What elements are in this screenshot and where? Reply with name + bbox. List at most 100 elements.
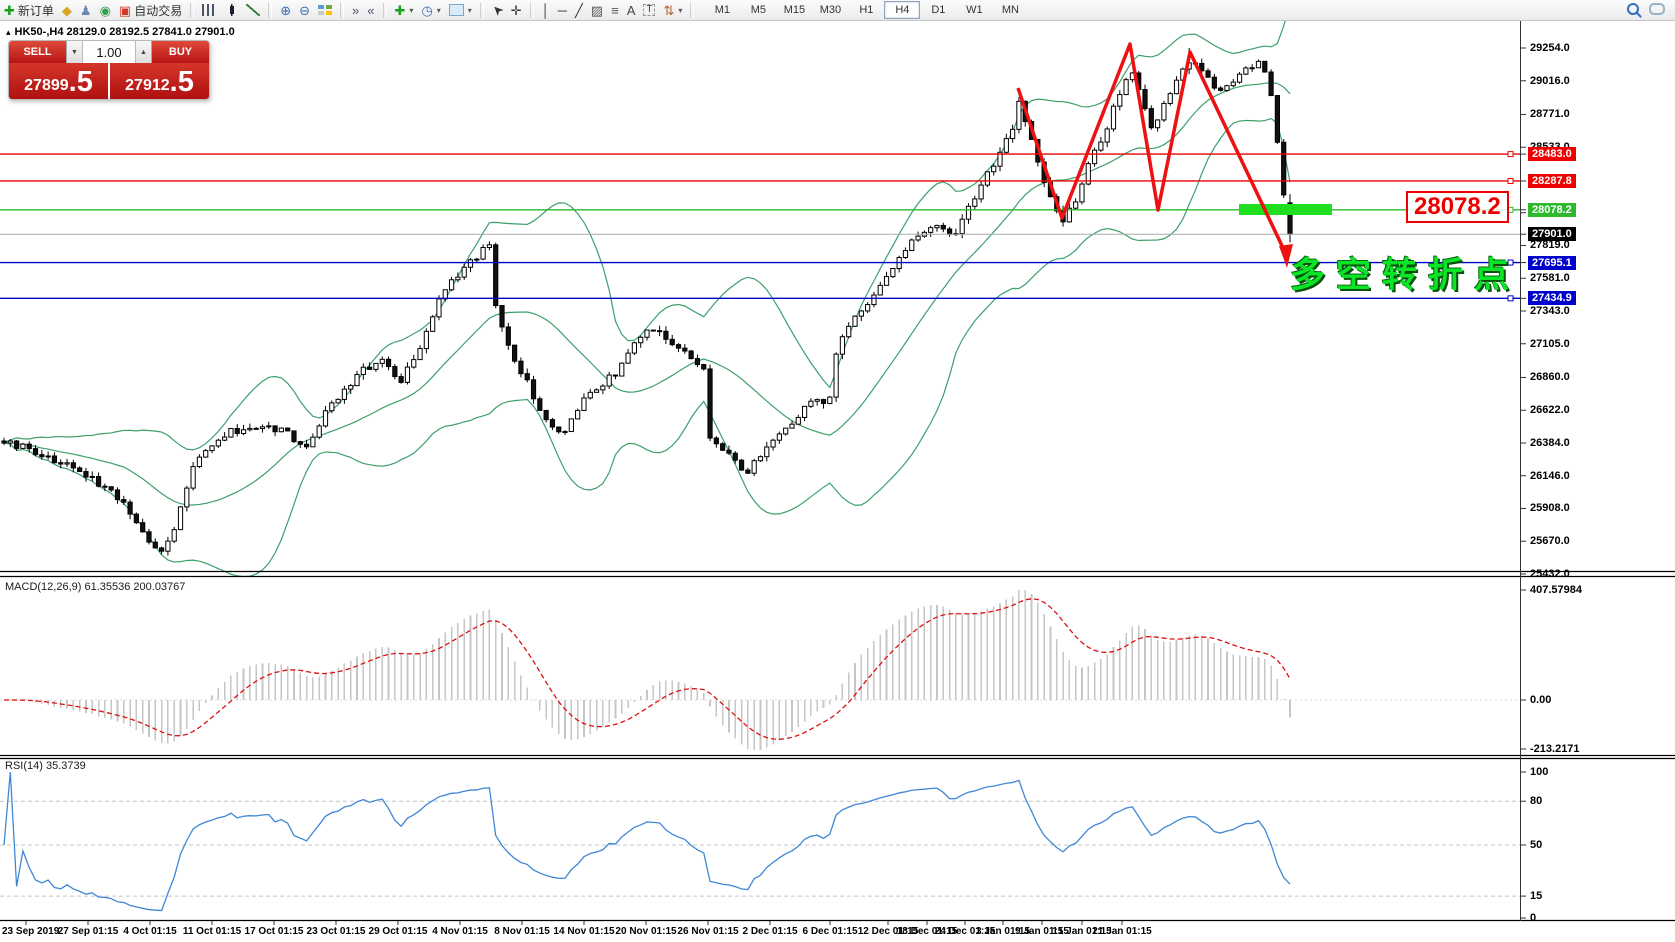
- timeframe-h4-button[interactable]: H4: [884, 1, 920, 19]
- deposit-icon[interactable]: ◆: [58, 1, 76, 19]
- horizontal-line-button[interactable]: ─: [554, 1, 571, 19]
- price-axis-tick: 27343.0: [1530, 305, 1570, 317]
- line-handle-28483.0[interactable]: [1508, 152, 1513, 157]
- auto-scroll-button[interactable]: »: [348, 1, 363, 19]
- buy-price-button[interactable]: 27912.5: [110, 63, 209, 99]
- chart-shift-button[interactable]: «: [363, 1, 378, 19]
- chart-shift-icon: «: [367, 4, 374, 17]
- trendline-button[interactable]: ╱: [571, 1, 587, 19]
- signals-icon[interactable]: ◉: [96, 1, 115, 19]
- price-axis-tick: 27581.0: [1530, 272, 1570, 284]
- sell-price-main: 27899: [24, 75, 69, 97]
- toolbar-separator: [190, 3, 194, 18]
- cursor-button[interactable]: ➤: [488, 1, 507, 19]
- timeframe-m15-button[interactable]: M15: [776, 1, 812, 19]
- toolbar-separator: [480, 3, 484, 18]
- timeframe-d1-button[interactable]: D1: [920, 1, 956, 19]
- arrows-icon: ⇅: [663, 4, 674, 17]
- dropdown-arrow-icon[interactable]: ▾: [437, 6, 441, 15]
- price-axis-tick: 26384.0: [1530, 437, 1570, 449]
- price-axis-tick: 25908.0: [1530, 502, 1570, 514]
- bar-chart-button[interactable]: [198, 1, 220, 19]
- turning-point-annotation[interactable]: 多空转折点: [1290, 247, 1520, 298]
- time-axis-label: 21 Jan 01:15: [1092, 926, 1152, 937]
- chat-button[interactable]: [1649, 3, 1665, 18]
- mt4-window: ✚新订单◆♟◉▣自动交易⊕⊖»«✚▾◷▾▾➤✛│─╱▨≡AT⇅▾M1M5M15M…: [0, 0, 1675, 942]
- sell-button[interactable]: SELL: [9, 41, 66, 63]
- chart-header: ▴HK50-,H4 28129.0 28192.5 27841.0 27901.…: [6, 26, 235, 38]
- price-line-label[interactable]: 28078.2: [1528, 203, 1576, 217]
- new-chart-dropdown[interactable]: ✚▾: [391, 1, 418, 19]
- crosshair-button[interactable]: ✛: [507, 1, 526, 19]
- tile-windows-button[interactable]: [314, 1, 336, 19]
- volume-increase-button[interactable]: ▲: [135, 41, 151, 63]
- rsi-label: RSI(14) 35.3739: [5, 760, 86, 772]
- zoom-out-button[interactable]: ⊖: [295, 1, 314, 19]
- text-button[interactable]: A: [623, 1, 640, 19]
- trade-controls-row: SELL ▼ 1.00 ▲ BUY: [9, 41, 209, 63]
- toolbar-separator: [268, 3, 272, 18]
- period-dropdown[interactable]: ◷▾: [417, 1, 444, 19]
- price-callout-annotation[interactable]: 28078.2: [1406, 191, 1509, 223]
- auto-scroll-icon: »: [352, 4, 359, 17]
- macd-axis-tick: 407.57984: [1530, 584, 1582, 596]
- line-handle-28287.8[interactable]: [1508, 178, 1513, 183]
- timeframe-h1-button[interactable]: H1: [848, 1, 884, 19]
- search-button[interactable]: [1627, 3, 1639, 18]
- timeframe-m1-button[interactable]: M1: [704, 1, 740, 19]
- sell-price-button[interactable]: 27899.5: [9, 63, 108, 99]
- deposit-icon-icon: ◆: [62, 4, 72, 17]
- price-line-label[interactable]: 27695.1: [1528, 256, 1576, 270]
- vertical-line-button[interactable]: │: [538, 1, 554, 19]
- buy-price-fraction: .5: [170, 68, 194, 97]
- time-axis-label: 17 Oct 01:15: [245, 926, 304, 937]
- arrows-dropdown[interactable]: ⇅▾: [659, 1, 686, 19]
- volume-decrease-button[interactable]: ▼: [67, 41, 83, 63]
- line-chart-button[interactable]: [242, 1, 264, 19]
- buy-button[interactable]: BUY: [152, 41, 209, 63]
- time-axis-label: 2 Dec 01:15: [742, 926, 797, 937]
- auto-trading-button[interactable]: ▣自动交易: [115, 1, 186, 19]
- candlestick-chart-button[interactable]: [220, 1, 242, 19]
- volume-stepper: ▼ 1.00 ▲: [66, 41, 152, 63]
- rsi-axis-tick: 0: [1530, 912, 1536, 924]
- time-axis-label: 29 Oct 01:15: [369, 926, 428, 937]
- fibonacci-button[interactable]: ≡: [607, 1, 623, 19]
- equidistant-channel-icon: ▨: [591, 4, 603, 17]
- new-order-button[interactable]: ✚新订单: [0, 1, 58, 19]
- timeframe-mn-button[interactable]: MN: [992, 1, 1028, 19]
- toolbar-separator: [340, 3, 344, 18]
- time-axis-label: 4 Nov 01:15: [432, 926, 488, 937]
- dropdown-arrow-icon[interactable]: ▾: [678, 6, 682, 15]
- price-axis-tick: 29016.0: [1530, 75, 1570, 87]
- template-dropdown[interactable]: ▾: [445, 1, 476, 19]
- signals-icon-icon: ◉: [100, 4, 111, 17]
- zoom-out-icon: ⊖: [299, 4, 310, 17]
- zoom-in-button[interactable]: ⊕: [276, 1, 295, 19]
- highlight-bar-annotation[interactable]: [1239, 204, 1332, 215]
- cursor-icon: ➤: [489, 2, 506, 19]
- one-click-trading-panel: SELL ▼ 1.00 ▲ BUY 27899.5 27912.5: [8, 40, 210, 100]
- dropdown-arrow-icon[interactable]: ▾: [409, 6, 413, 15]
- collapse-panel-icon[interactable]: ▴: [6, 27, 11, 37]
- price-line-label[interactable]: 28287.8: [1528, 174, 1576, 188]
- timeframe-w1-button[interactable]: W1: [956, 1, 992, 19]
- price-axis-tick: 25432.0: [1530, 568, 1570, 580]
- text-label-button[interactable]: T: [639, 1, 659, 19]
- price-line-label[interactable]: 27434.9: [1528, 291, 1576, 305]
- equidistant-channel-button[interactable]: ▨: [587, 1, 607, 19]
- expert-advisors-icon[interactable]: ♟: [76, 1, 96, 19]
- volume-input[interactable]: 1.00: [83, 41, 135, 63]
- price-axis-tick: 27819.0: [1530, 239, 1570, 251]
- timeframe-m5-button[interactable]: M5: [740, 1, 776, 19]
- time-axis-label: 23 Oct 01:15: [307, 926, 366, 937]
- chart-background: [0, 21, 1675, 942]
- timeframe-m30-button[interactable]: M30: [812, 1, 848, 19]
- dropdown-arrow-icon[interactable]: ▾: [468, 6, 472, 15]
- price-line-label[interactable]: 28483.0: [1528, 147, 1576, 161]
- toolbar-separator: [383, 3, 387, 18]
- price-line-label[interactable]: 27901.0: [1528, 227, 1576, 241]
- macd-axis-tick: -213.2171: [1530, 743, 1580, 755]
- trendline-icon: ╱: [575, 4, 583, 17]
- line-chart-icon: [246, 4, 260, 16]
